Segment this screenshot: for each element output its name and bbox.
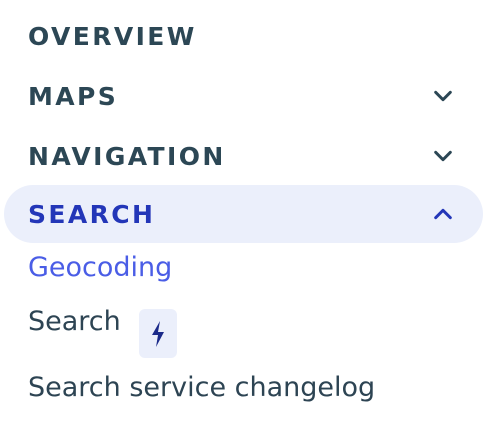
chevron-down-icon[interactable] (431, 84, 455, 108)
chevron-up-icon[interactable] (431, 202, 455, 226)
sidebar-section-maps[interactable]: MAPS (4, 67, 483, 125)
sidebar-section-search[interactable]: SEARCH (4, 185, 483, 243)
sidebar-section-navigation[interactable]: NAVIGATION (4, 127, 483, 185)
chevron-down-icon[interactable] (431, 144, 455, 168)
sidebar-nav: OVERVIEW MAPS NAVIGATION SEARCH Geocodin… (0, 0, 491, 437)
section-label: SEARCH (28, 199, 156, 229)
sidebar-item-search-service-changelog[interactable]: Search service changelog (28, 372, 375, 403)
section-label: OVERVIEW (28, 21, 197, 51)
lightning-bolt-icon (139, 309, 177, 358)
sidebar-item-search[interactable]: Search (28, 306, 121, 337)
sidebar-item-geocoding[interactable]: Geocoding (28, 252, 172, 283)
sidebar-section-overview[interactable]: OVERVIEW (4, 7, 483, 65)
section-label: NAVIGATION (28, 141, 226, 171)
section-label: MAPS (28, 81, 119, 111)
